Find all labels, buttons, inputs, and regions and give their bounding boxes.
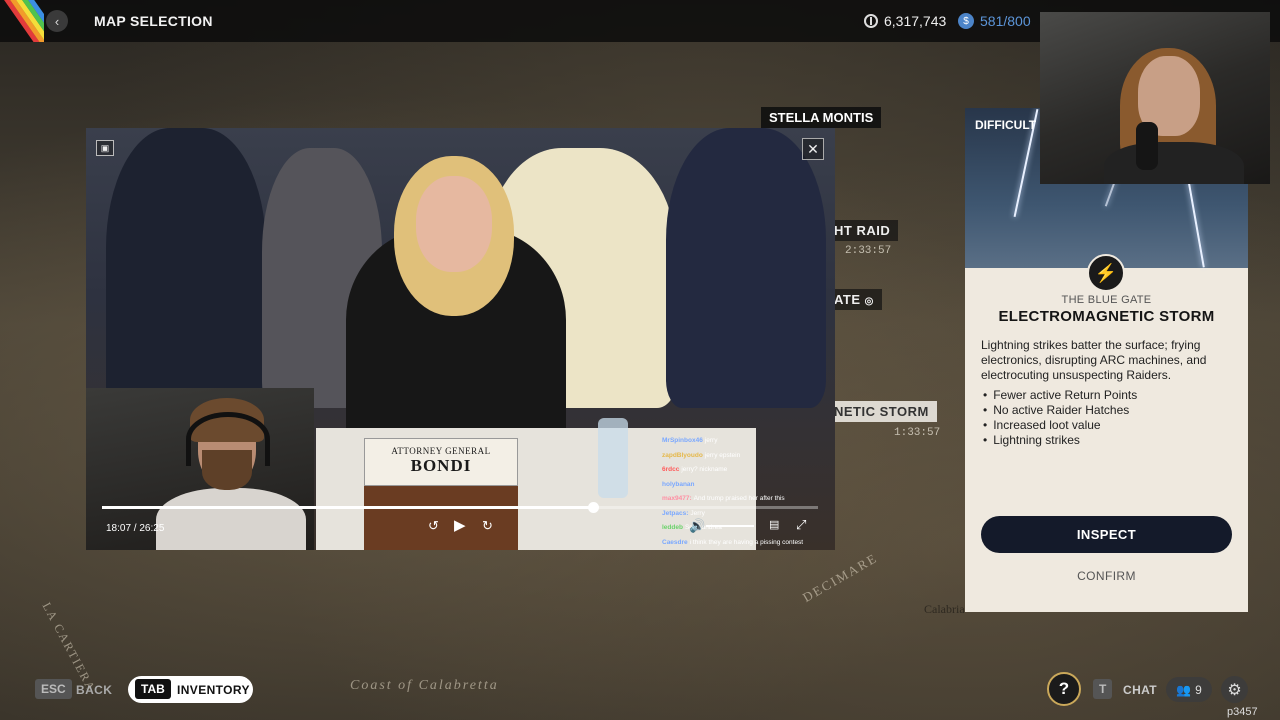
nameplate-subtitle: ATTORNEY GENERAL (391, 446, 491, 456)
help-button[interactable]: ? (1047, 672, 1081, 706)
streamer-webcam (1040, 12, 1270, 184)
effect-item: Lightning strikes (983, 433, 1137, 448)
map-label-night-raid[interactable]: HT RAID (826, 220, 899, 241)
video-progress-fill (102, 506, 594, 509)
video-nameplate: ATTORNEY GENERAL BONDI (364, 438, 518, 486)
page-title: MAP SELECTION (94, 13, 213, 29)
inventory-label: INVENTORY (177, 683, 250, 697)
chat-line: max9477: And trump praised her after this (662, 492, 835, 507)
condition-effects-list: Fewer active Return Points No active Rai… (983, 388, 1137, 448)
chat-line: leddeb Scan andrea (662, 521, 835, 536)
video-player[interactable]: ATTORNEY GENERAL BONDI MrSpinbox46 jerry … (86, 128, 835, 550)
chat-line: MrSpinbox46 jerry (662, 434, 835, 449)
chat-user: zapdBlyoudo (662, 451, 703, 459)
chat-text: Jerry (690, 509, 705, 517)
rewind-icon[interactable]: ↺ (428, 518, 439, 534)
condition-title: ELECTROMAGNETIC STORM (998, 308, 1215, 325)
inspect-button[interactable]: INSPECT (981, 516, 1232, 553)
effect-item: No active Raider Hatches (983, 403, 1137, 418)
region-label-decimare: DECIMARE (800, 550, 881, 605)
friends-count: 9 (1195, 682, 1202, 697)
lightning-bolt (1187, 178, 1205, 268)
difficulty-label: DIFFICULT (975, 118, 1037, 132)
confirm-button[interactable]: CONFIRM (981, 564, 1232, 588)
storm-timer: 1:33:57 (894, 427, 941, 439)
lightning-icon: ⚡ (1087, 254, 1125, 292)
chat-line: 6rdcc jerry? nickname (662, 463, 835, 478)
volume-icon[interactable]: 🔊 (689, 518, 705, 534)
chat-user: Jetpacs: (662, 509, 689, 517)
video-person (106, 128, 266, 428)
map-name: THE BLUE GATE (1061, 294, 1152, 306)
region-label-calabretta: Coast of Calabretta (350, 678, 499, 693)
watermark-text: p3457 (1227, 706, 1258, 718)
chat-line: Caesdre i think they are having a pissing… (662, 536, 835, 551)
esc-key-hint: ESC (35, 679, 72, 699)
friends-icon: 👥 (1176, 682, 1192, 697)
chat-text: jerry (704, 437, 718, 444)
map-label-storm[interactable]: NETIC STORM (826, 401, 937, 422)
gate-label-text: ATE (834, 292, 861, 307)
raider-token-balance: $ 581/800 (958, 13, 1031, 29)
video-person (666, 128, 826, 408)
captions-icon[interactable]: ▤ (769, 518, 779, 531)
chat-user: MrSpinbox46 (662, 437, 703, 444)
map-label-stella-montis[interactable]: STELLA MONTIS (761, 107, 882, 128)
water-bottle (598, 418, 628, 498)
chat-text: i think they are having a pissing contes… (689, 538, 804, 546)
coin-icon (864, 14, 878, 28)
effect-item: Increased loot value (983, 418, 1137, 433)
microphone (1136, 122, 1158, 170)
chat-button[interactable]: CHAT (1123, 683, 1157, 697)
streamer-logo (0, 0, 44, 42)
volume-slider[interactable] (706, 525, 754, 527)
chat-user: max9477: (662, 495, 692, 502)
gear-icon[interactable]: ⚙ (1221, 676, 1248, 703)
fullscreen-icon[interactable]: ⤢ (796, 517, 806, 533)
stream-chat-overlay: MrSpinbox46 jerry zapdBlyoudo jerry epstei… (660, 434, 835, 550)
back-arrow-icon[interactable]: ‹ (46, 10, 68, 32)
chat-text: And trump praised her after this (693, 495, 785, 502)
chat-key-hint: T (1093, 679, 1113, 699)
coin-balance: 6,317,743 (864, 13, 946, 29)
play-icon[interactable]: ▶ (454, 516, 466, 534)
chat-user: leddeb (662, 524, 683, 531)
video-person (416, 176, 492, 272)
headphones (186, 412, 270, 466)
region-label-calabria: Calabria (924, 602, 965, 616)
raider-token-value: 581/800 (980, 13, 1031, 29)
forward-icon[interactable]: ↻ (482, 518, 493, 534)
friends-button[interactable]: 👥 9 (1166, 677, 1212, 702)
chat-user: 6rdcc (662, 466, 680, 473)
video-podium (364, 486, 518, 550)
game-screen: LA CARTIERA Coast of Calabretta DECIMARE… (0, 0, 1280, 720)
webcam-figure (1104, 142, 1244, 184)
chat-user: Caesdre (662, 538, 688, 546)
nameplate-name: BONDI (410, 456, 472, 475)
coin-value: 6,317,743 (884, 13, 947, 29)
gate-info-icon: ◎ (864, 296, 874, 307)
effect-item: Fewer active Return Points (983, 388, 1137, 403)
webcam-figure (156, 488, 306, 550)
tab-key-hint: TAB (135, 679, 171, 699)
chat-text: jerry? nickname (681, 466, 728, 473)
close-icon[interactable]: ✕ (802, 138, 824, 160)
chat-line: holybanan (662, 478, 835, 493)
chat-text: jerry epstein (704, 451, 741, 459)
back-button[interactable]: BACK (76, 683, 112, 697)
picture-in-picture-icon[interactable]: ▣ (96, 140, 114, 156)
night-raid-timer: 2:33:57 (845, 245, 892, 257)
video-timestamp: 18:07 / 26:25 (106, 523, 165, 534)
raider-token-icon: $ (958, 13, 974, 29)
condition-description: Lightning strikes batter the surface; fr… (981, 338, 1207, 382)
video-progress-bar[interactable] (102, 502, 818, 513)
chat-line: zapdBlyoudo jerry epstein (662, 449, 835, 464)
chat-user: holybanan (662, 480, 695, 488)
